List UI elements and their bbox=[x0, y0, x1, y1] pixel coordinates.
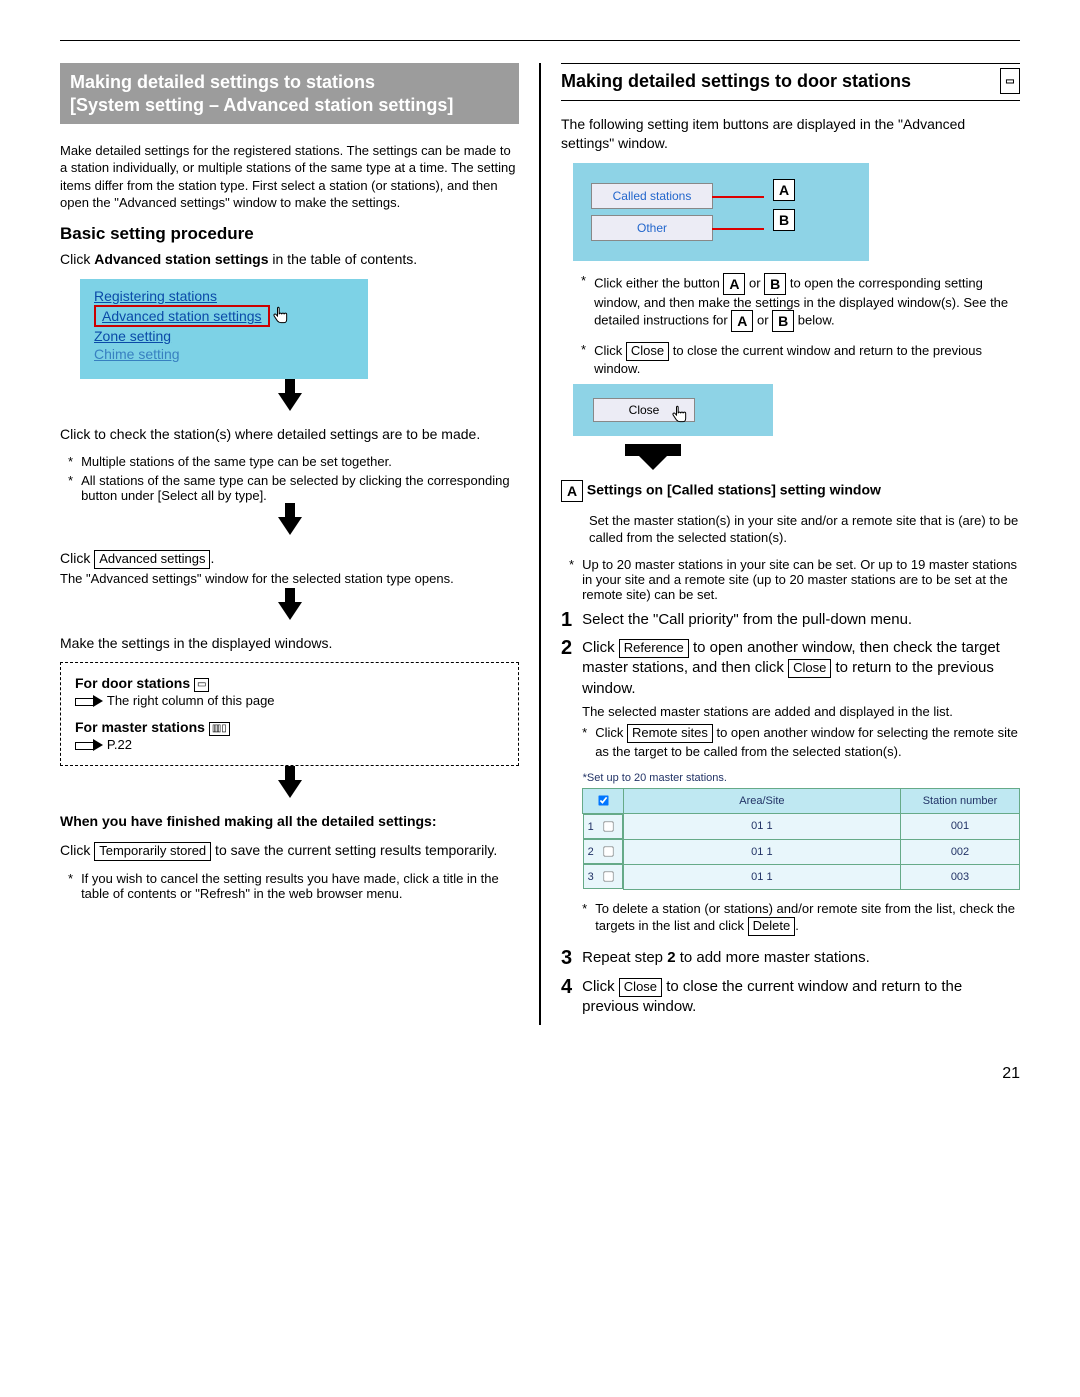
finished-heading: When you have finished making all the de… bbox=[60, 812, 519, 831]
intro-paragraph: Make detailed settings for the registere… bbox=[60, 142, 519, 212]
other-button[interactable]: Other bbox=[591, 215, 713, 241]
callout-line bbox=[712, 228, 764, 230]
station-type-box: For door stations ▭ The right column of … bbox=[60, 662, 519, 766]
click-adv-settings: Click Advanced settings. The "Advanced s… bbox=[60, 549, 519, 588]
flow-arrow-icon bbox=[278, 393, 302, 411]
delete-button[interactable]: Delete bbox=[748, 917, 796, 936]
toc-link-2-selected: Advanced station settings bbox=[94, 305, 270, 327]
advanced-settings-screenshot: Called stations Other A B bbox=[573, 163, 869, 261]
upto-bullet: *Up to 20 master stations in your site c… bbox=[569, 557, 1020, 602]
left-column: Making detailed settings to stations [Sy… bbox=[60, 63, 539, 1025]
reference-arrow-icon bbox=[75, 695, 103, 707]
temporarily-stored-button[interactable]: Temporarily stored bbox=[94, 842, 211, 861]
toc-link-1: Registering stations bbox=[94, 287, 354, 305]
click-close-bullet: * Click Close to close the current windo… bbox=[581, 342, 1020, 376]
flow-arrow-icon bbox=[278, 602, 302, 620]
door-stations-row: For door stations ▭ The right column of … bbox=[75, 675, 504, 709]
table-row: 301 1003 bbox=[583, 864, 1020, 889]
remote-sites-bullet: * Click Remote sites to open another win… bbox=[582, 724, 1020, 760]
advanced-settings-button[interactable]: Advanced settings bbox=[94, 550, 210, 569]
row-checkbox[interactable] bbox=[603, 847, 613, 857]
header-sub: [System setting – Advanced station setti… bbox=[70, 95, 453, 115]
table-row: 201 1002 bbox=[583, 839, 1020, 864]
called-stations-button[interactable]: Called stations bbox=[591, 183, 713, 209]
delete-bullet: * To delete a station (or stations) and/… bbox=[582, 900, 1020, 936]
bullet-2: *All stations of the same type can be se… bbox=[68, 473, 519, 503]
bullet-1: *Multiple stations of the same type can … bbox=[68, 454, 519, 469]
col-station: Station number bbox=[901, 788, 1020, 814]
label-b: B bbox=[773, 209, 795, 231]
step-2: 2 Click Reference to open another window… bbox=[561, 638, 1020, 940]
hand-cursor-icon bbox=[669, 404, 689, 426]
door-station-icon: ▭ bbox=[1000, 68, 1020, 94]
right-sub-header: Making detailed settings to door station… bbox=[561, 63, 1020, 101]
close-button[interactable]: Close bbox=[788, 659, 831, 678]
flow-arrow-icon bbox=[278, 780, 302, 798]
reference-button[interactable]: Reference bbox=[619, 639, 689, 658]
right-column: Making detailed settings to door station… bbox=[541, 63, 1020, 1025]
callout-line bbox=[712, 196, 764, 198]
settings-a-heading: A Settings on [Called stations] setting … bbox=[561, 480, 1020, 502]
label-a: A bbox=[773, 179, 795, 201]
col-area: Area/Site bbox=[623, 788, 900, 814]
click-adv-line: Click Advanced station settings in the t… bbox=[60, 250, 519, 269]
header-title: Making detailed settings to stations bbox=[70, 72, 375, 92]
row-checkbox[interactable] bbox=[603, 822, 613, 832]
row-checkbox[interactable] bbox=[603, 872, 613, 882]
master-stations-row: For master stations ▥▯ P.22 bbox=[75, 719, 504, 753]
door-station-icon: ▭ bbox=[194, 678, 209, 692]
header-checkbox[interactable] bbox=[598, 795, 608, 805]
step-3: 3Repeat step 2 to add more master statio… bbox=[561, 948, 1020, 968]
col-check bbox=[583, 788, 624, 814]
flow-arrow-icon bbox=[278, 517, 302, 535]
hand-cursor-icon bbox=[270, 305, 290, 327]
toc-link-4: Chime setting bbox=[94, 345, 354, 363]
click-check-line: Click to check the station(s) where deta… bbox=[60, 425, 519, 444]
temp-stored-line: Click Temporarily stored to save the cur… bbox=[60, 841, 519, 861]
basic-heading: Basic setting procedure bbox=[60, 224, 519, 244]
toc-link-3: Zone setting bbox=[94, 327, 354, 345]
step-4: 4Click Close to close the current window… bbox=[561, 977, 1020, 1018]
cancel-bullet: *If you wish to cancel the setting resul… bbox=[68, 871, 519, 901]
step-1: 1Select the "Call priority" from the pul… bbox=[561, 610, 1020, 630]
right-intro: The following setting item buttons are d… bbox=[561, 115, 1020, 153]
close-screenshot: Close bbox=[573, 384, 773, 436]
master-station-icon: ▥▯ bbox=[209, 722, 230, 736]
page-number: 21 bbox=[60, 1065, 1020, 1083]
close-button[interactable]: Close bbox=[626, 342, 669, 361]
two-column-layout: Making detailed settings to stations [Sy… bbox=[60, 63, 1020, 1025]
click-ab-bullet: * Click either the button A or B to open… bbox=[581, 273, 1020, 332]
flow-arrow-wide-icon bbox=[635, 452, 671, 470]
page-top-rule bbox=[60, 40, 1020, 41]
reference-arrow-icon bbox=[75, 739, 103, 751]
set-master-text: Set the master station(s) in your site a… bbox=[589, 512, 1020, 547]
make-settings-line: Make the settings in the displayed windo… bbox=[60, 634, 519, 653]
master-stations-table: *Set up to 20 master stations. Area/Site… bbox=[582, 769, 1020, 890]
section-header-gray: Making detailed settings to stations [Sy… bbox=[60, 63, 519, 124]
close-button[interactable]: Close bbox=[619, 978, 662, 997]
remote-sites-button[interactable]: Remote sites bbox=[627, 724, 713, 743]
table-row: 101 1001 bbox=[583, 814, 1020, 840]
toc-screenshot: Registering stations Advanced station se… bbox=[80, 279, 368, 379]
